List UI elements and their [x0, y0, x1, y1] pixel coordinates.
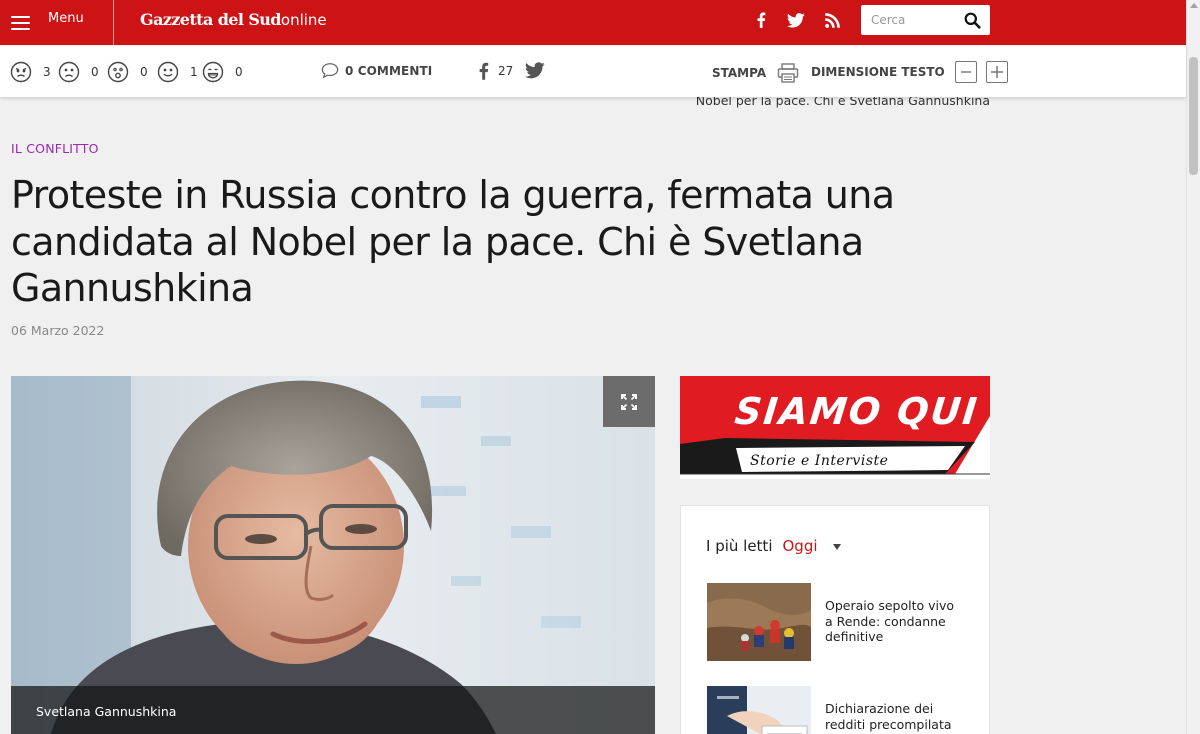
print-label: STAMPA [712, 66, 767, 80]
twitter-share-button[interactable] [524, 62, 545, 83]
reaction-count: 1 [190, 65, 198, 79]
article-kicker[interactable]: IL CONFLITTO [11, 141, 99, 156]
reaction-count: 3 [43, 65, 51, 79]
most-read-headline: Dichiarazione dei redditi precompilata 2… [825, 701, 953, 734]
print-button[interactable]: STAMPA [712, 63, 799, 83]
most-read-thumbnail [707, 686, 811, 734]
most-read-title: I più letti [706, 537, 773, 555]
smile-face-icon [157, 61, 179, 83]
search-input[interactable] [861, 6, 957, 34]
most-read-item[interactable]: Operaio sepolto vivo a Rende: condanne d… [707, 583, 969, 663]
minus-icon [960, 71, 971, 73]
most-read-thumbnail [707, 583, 811, 661]
siamo-qui-banner[interactable]: SIAMO QUI Storie e Interviste [680, 376, 990, 479]
scroll-up-arrow-icon[interactable] [1190, 3, 1198, 8]
most-read-period-value: Oggi [782, 537, 818, 555]
increase-text-button[interactable] [985, 61, 1008, 83]
article-toolbar: 3 0 0 1 0 0 COMMENTI 27 STAMPA DIMENSION… [0, 46, 1186, 97]
hamburger-icon [11, 15, 30, 30]
most-read-headline: Operaio sepolto vivo a Rende: condanne d… [825, 598, 955, 644]
reaction-smile[interactable]: 1 [157, 61, 198, 83]
printer-icon [777, 63, 799, 83]
image-caption: Svetlana Gannushkina [36, 704, 177, 719]
scrollbar-thumb[interactable] [1189, 57, 1198, 175]
most-read-header: I più letti Oggi [706, 537, 841, 555]
comment-bubble-icon [321, 63, 339, 79]
article-hero-image[interactable]: Svetlana Gannushkina [11, 376, 655, 734]
plus-icon [990, 66, 1003, 78]
angry-face-icon [10, 61, 32, 83]
article-title: Proteste in Russia contro la guerra, fer… [11, 173, 895, 310]
banner-subtitle: Storie e Interviste [750, 453, 889, 469]
site-logo[interactable]: Gazzetta del Sudonline [140, 10, 327, 29]
reaction-count: 0 [235, 65, 243, 79]
logo-main-text: Gazzetta del Sud [140, 10, 282, 29]
page-scrollbar[interactable] [1186, 0, 1200, 734]
fullscreen-icon [621, 393, 637, 410]
text-size-label: DIMENSIONE TESTO [811, 65, 945, 79]
search-icon[interactable] [957, 6, 987, 34]
article-date: 06 Marzo 2022 [11, 323, 105, 338]
menu-label: Menu [48, 11, 84, 26]
caption-bar: Svetlana Gannushkina [11, 686, 655, 734]
twitter-icon[interactable] [786, 10, 806, 30]
reaction-angry[interactable]: 3 [10, 61, 51, 83]
reaction-count: 0 [140, 65, 148, 79]
facebook-icon[interactable] [753, 10, 769, 30]
top-navigation-bar: Menu Gazzetta del Sudonline [0, 0, 1186, 45]
expand-image-button[interactable] [603, 376, 655, 427]
comments-link[interactable]: 0 COMMENTI [321, 62, 432, 79]
facebook-share-count: 27 [498, 64, 514, 78]
portrait-photo [11, 376, 655, 734]
surprised-face-icon [107, 61, 129, 83]
most-read-widget: I più letti Oggi Operaio sepolto vivo a … [680, 505, 990, 734]
rss-icon[interactable] [823, 10, 841, 30]
comments-label: 0 COMMENTI [345, 63, 433, 78]
chevron-down-icon [832, 544, 841, 550]
text-size-control: DIMENSIONE TESTO [811, 61, 1008, 83]
most-read-item[interactable]: Dichiarazione dei redditi precompilata 2… [707, 686, 969, 734]
sad-face-icon [58, 61, 80, 83]
most-read-period-dropdown[interactable]: Oggi [782, 537, 841, 555]
reaction-laugh[interactable]: 0 [202, 61, 243, 83]
facebook-share-icon [479, 62, 489, 80]
reaction-sad[interactable]: 0 [58, 61, 99, 83]
twitter-share-icon [524, 62, 545, 79]
reaction-surprised[interactable]: 0 [107, 61, 148, 83]
logo-suffix-text: online [280, 11, 327, 29]
laugh-face-icon [202, 61, 224, 83]
reaction-count: 0 [91, 65, 99, 79]
facebook-share-button[interactable]: 27 [478, 62, 513, 80]
decrease-text-button[interactable] [954, 61, 977, 83]
menu-button[interactable]: Menu [0, 0, 114, 45]
banner-title: SIAMO QUI [732, 390, 981, 433]
search-box [861, 5, 990, 35]
